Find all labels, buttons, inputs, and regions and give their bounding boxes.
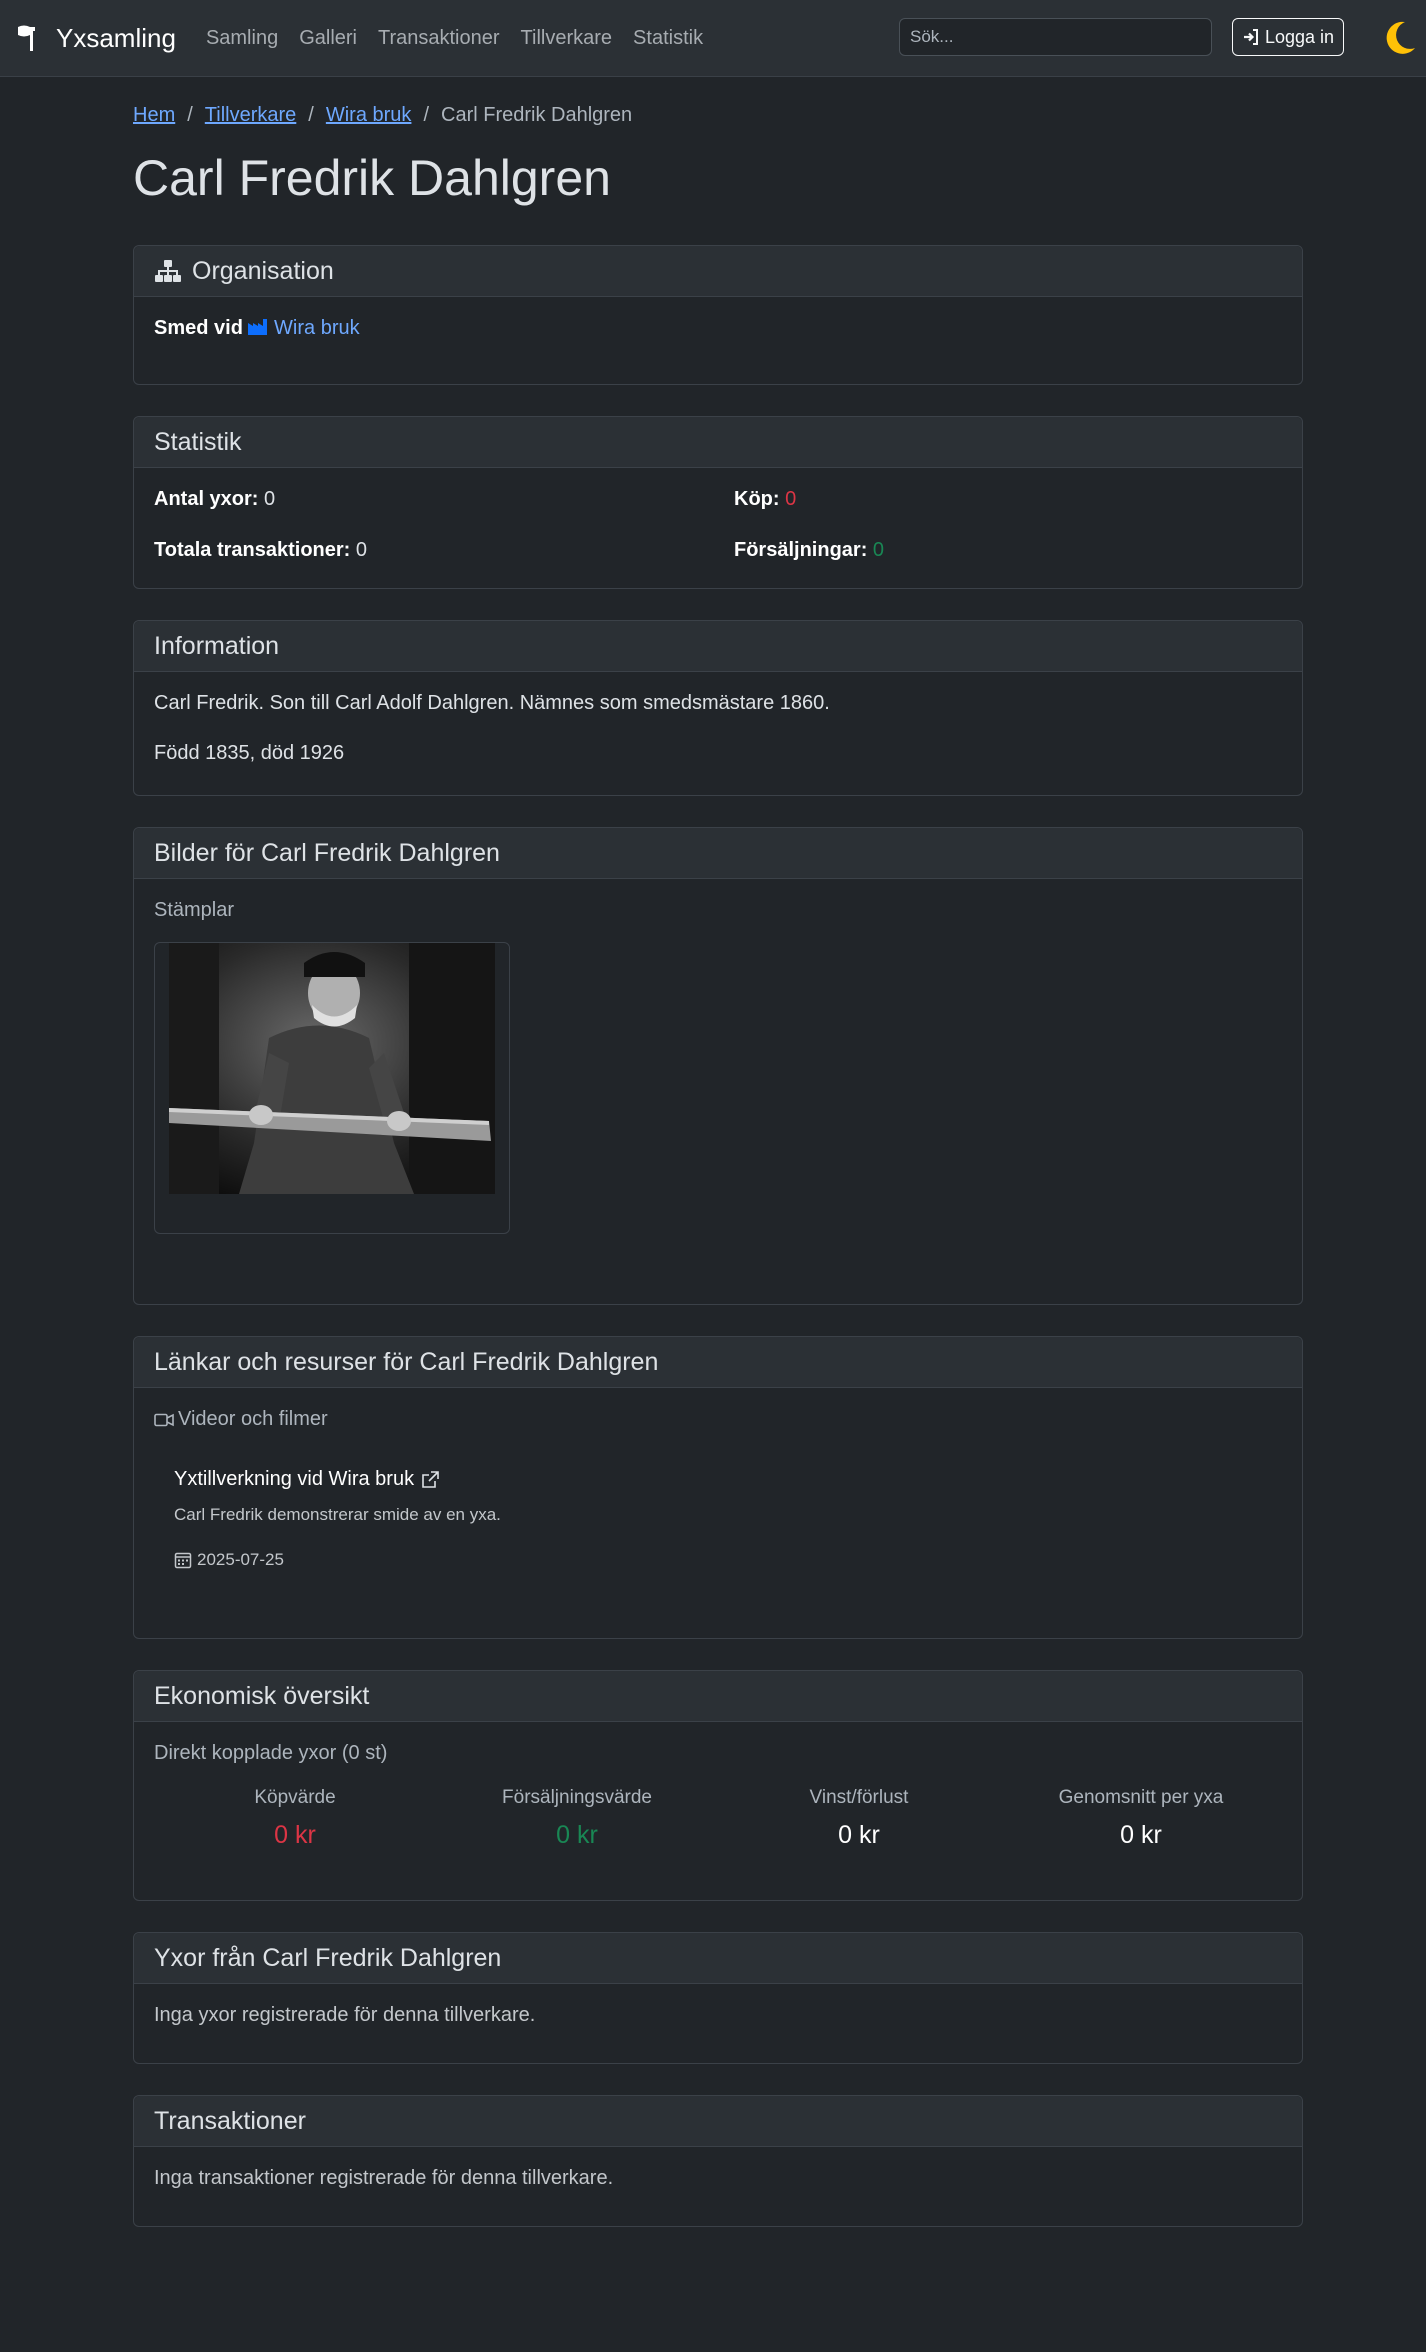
econ-profit: Vinst/förlust 0 kr (718, 1787, 1000, 1850)
brand-link[interactable]: Yxsamling (16, 23, 176, 54)
economy-card: Ekonomisk översikt Direkt kopplade yxor … (133, 1670, 1303, 1901)
information-title: Information (154, 631, 280, 660)
stat-buy-value: 0 (785, 488, 797, 510)
breadcrumb-separator: / (423, 104, 429, 126)
econ-purchase: Köpvärde 0 kr (154, 1787, 436, 1850)
econ-average-value: 0 kr (1120, 1821, 1162, 1849)
organisation-header: Organisation (134, 246, 1302, 297)
transactions-title: Transaktioner (154, 2106, 306, 2135)
organisation-line: Smed vid Wira bruk (154, 317, 1282, 364)
nav-link-samling[interactable]: Samling (206, 27, 278, 50)
axes-header: Yxor från Carl Fredrik Dahlgren (134, 1933, 1302, 1984)
stat-axes: Antal yxor: 0 (154, 488, 734, 511)
video-link-date-value: 2025-07-25 (197, 1550, 284, 1569)
transactions-empty-text: Inga transaktioner registrerade för denn… (154, 2167, 614, 2189)
stat-total-value: 0 (355, 539, 368, 561)
information-card: Information Carl Fredrik. Son till Carl … (133, 620, 1303, 796)
search-input[interactable] (899, 18, 1212, 56)
moon-icon[interactable] (1385, 20, 1417, 56)
external-link-icon (422, 1470, 439, 1488)
nav-links: Samling Galleri Transaktioner Tillverkar… (206, 27, 724, 50)
stat-axes-value: 0 (264, 488, 276, 510)
stat-total: Totala transaktioner: 0 (154, 539, 734, 562)
nav-link-tillverkare[interactable]: Tillverkare (521, 27, 613, 50)
page-title: Carl Fredrik Dahlgren (133, 150, 611, 206)
statistics-header: Statistik (134, 417, 1302, 468)
econ-average-label: Genomsnitt per yxa (1058, 1787, 1224, 1808)
nav-link-transaktioner[interactable]: Transaktioner (378, 27, 500, 50)
stat-total-label: Totala transaktioner: (154, 539, 351, 561)
stat-buy-label: Köp: (734, 488, 780, 510)
main-container: Hem / Tillverkare / Wira bruk / Carl Fre… (133, 77, 1303, 2258)
video-link-date: 2025-07-25 (174, 1550, 1282, 1570)
org-role-label: Smed vid (154, 317, 243, 339)
sitemap-icon (155, 260, 181, 282)
economy-title: Ekonomisk översikt (154, 1681, 370, 1710)
econ-sales-label: Försäljningsvärde (502, 1787, 652, 1808)
login-label: Logga in (1264, 26, 1335, 47)
nav-link-statistik[interactable]: Statistik (633, 27, 703, 50)
statistics-card: Statistik Antal yxor: 0 Köp: 0 Totala tr… (133, 416, 1303, 589)
video-link-description: Carl Fredrik demonstrerar smide av en yx… (174, 1505, 501, 1524)
econ-sales-value: 0 kr (556, 1821, 598, 1849)
breadcrumb-separator: / (308, 104, 314, 126)
login-button[interactable]: Logga in (1232, 18, 1344, 56)
links-section-label: Videor och filmer (178, 1408, 328, 1430)
stat-sales: Försäljningar: 0 (734, 539, 1282, 562)
statistics-title: Statistik (154, 427, 242, 456)
stat-axes-label: Antal yxor: (154, 488, 259, 510)
link-item: Yxtillverkning vid Wira bruk Carl Fredri… (154, 1431, 1282, 1638)
stat-sales-label: Försäljningar: (734, 539, 868, 561)
economy-header: Ekonomisk översikt (134, 1671, 1302, 1722)
nav-link-galleri[interactable]: Galleri (299, 27, 357, 50)
images-section-label: Stämplar (154, 899, 235, 921)
image-card[interactable] (154, 942, 510, 1234)
images-title: Bilder för Carl Fredrik Dahlgren (154, 838, 500, 867)
econ-purchase-value: 0 kr (274, 1821, 316, 1849)
factory-icon (248, 319, 268, 335)
login-icon (1243, 29, 1258, 45)
stat-sales-value: 0 (872, 539, 885, 561)
transactions-card: Transaktioner Inga transaktioner registr… (133, 2095, 1303, 2227)
econ-average: Genomsnitt per yxa 0 kr (1000, 1787, 1282, 1850)
images-card: Bilder för Carl Fredrik Dahlgren Stämpla… (133, 827, 1303, 1305)
org-link-label: Wira bruk (274, 317, 360, 339)
org-link[interactable]: Wira bruk (248, 317, 360, 339)
smith-photo[interactable] (169, 943, 495, 1194)
breadcrumb: Hem / Tillverkare / Wira bruk / Carl Fre… (133, 104, 1303, 127)
links-card: Länkar och resurser för Carl Fredrik Dah… (133, 1336, 1303, 1639)
brand-name: Yxsamling (56, 22, 176, 53)
links-header: Länkar och resurser för Carl Fredrik Dah… (134, 1337, 1302, 1388)
breadcrumb-separator: / (187, 104, 193, 126)
stat-buy: Köp: 0 (734, 488, 1282, 511)
information-text-1: Carl Fredrik. Son till Carl Adolf Dahlgr… (154, 692, 830, 714)
navbar: Yxsamling Samling Galleri Transaktioner … (0, 0, 1426, 77)
econ-profit-value: 0 kr (838, 1821, 880, 1849)
links-section: Videor och filmer (154, 1408, 1282, 1431)
video-icon (154, 1413, 174, 1426)
video-link-title: Yxtillverkning vid Wira bruk (174, 1468, 415, 1490)
video-link[interactable]: Yxtillverkning vid Wira bruk (174, 1468, 440, 1491)
breadcrumb-home[interactable]: Hem (133, 104, 175, 127)
links-title: Länkar och resurser för Carl Fredrik Dah… (154, 1347, 659, 1376)
breadcrumb-current: Carl Fredrik Dahlgren (441, 104, 633, 126)
images-header: Bilder för Carl Fredrik Dahlgren (134, 828, 1302, 879)
econ-sales: Försäljningsvärde 0 kr (436, 1787, 718, 1850)
axe-icon (18, 25, 35, 51)
econ-profit-label: Vinst/förlust (809, 1787, 909, 1808)
axes-card: Yxor från Carl Fredrik Dahlgren Inga yxo… (133, 1932, 1303, 2064)
breadcrumb-manufacturers[interactable]: Tillverkare (205, 104, 297, 127)
breadcrumb-org[interactable]: Wira bruk (326, 104, 412, 127)
axes-empty-text: Inga yxor registrerade för denna tillver… (154, 2004, 536, 2026)
organisation-title: Organisation (192, 256, 334, 285)
transactions-header: Transaktioner (134, 2096, 1302, 2147)
information-header: Information (134, 621, 1302, 672)
axes-title: Yxor från Carl Fredrik Dahlgren (154, 1943, 502, 1972)
econ-purchase-label: Köpvärde (254, 1787, 336, 1808)
organisation-card: Organisation Smed vid Wira bruk (133, 245, 1303, 385)
calendar-icon (174, 1552, 192, 1569)
information-text-2: Född 1835, död 1926 (154, 742, 345, 764)
economy-subtitle: Direkt kopplade yxor (0 st) (154, 1742, 388, 1764)
